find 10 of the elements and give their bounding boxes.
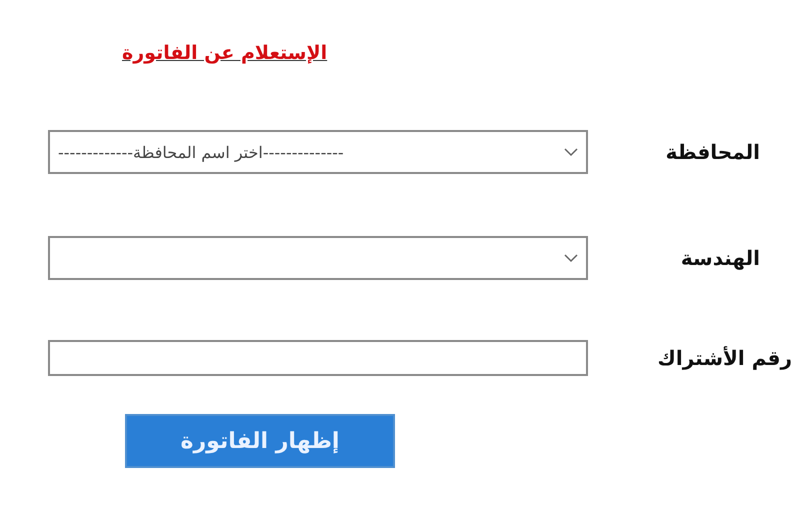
caret-icon [564,253,578,263]
subscription-number-field[interactable] [48,340,588,376]
field-label: رقم الأشتراك [658,346,792,370]
field-label: المحافظة [666,140,760,164]
field-label: الهندسة [680,246,760,270]
caret-icon [564,147,578,157]
dropdown-field[interactable] [48,236,588,280]
show-invoice-button[interactable]: إظهار الفاتورة [125,414,395,468]
dropdown-field[interactable]: --------------اختر اسم المحافظة------------- [48,130,588,174]
page-title: الإستعلام عن الفاتورة [122,42,328,64]
